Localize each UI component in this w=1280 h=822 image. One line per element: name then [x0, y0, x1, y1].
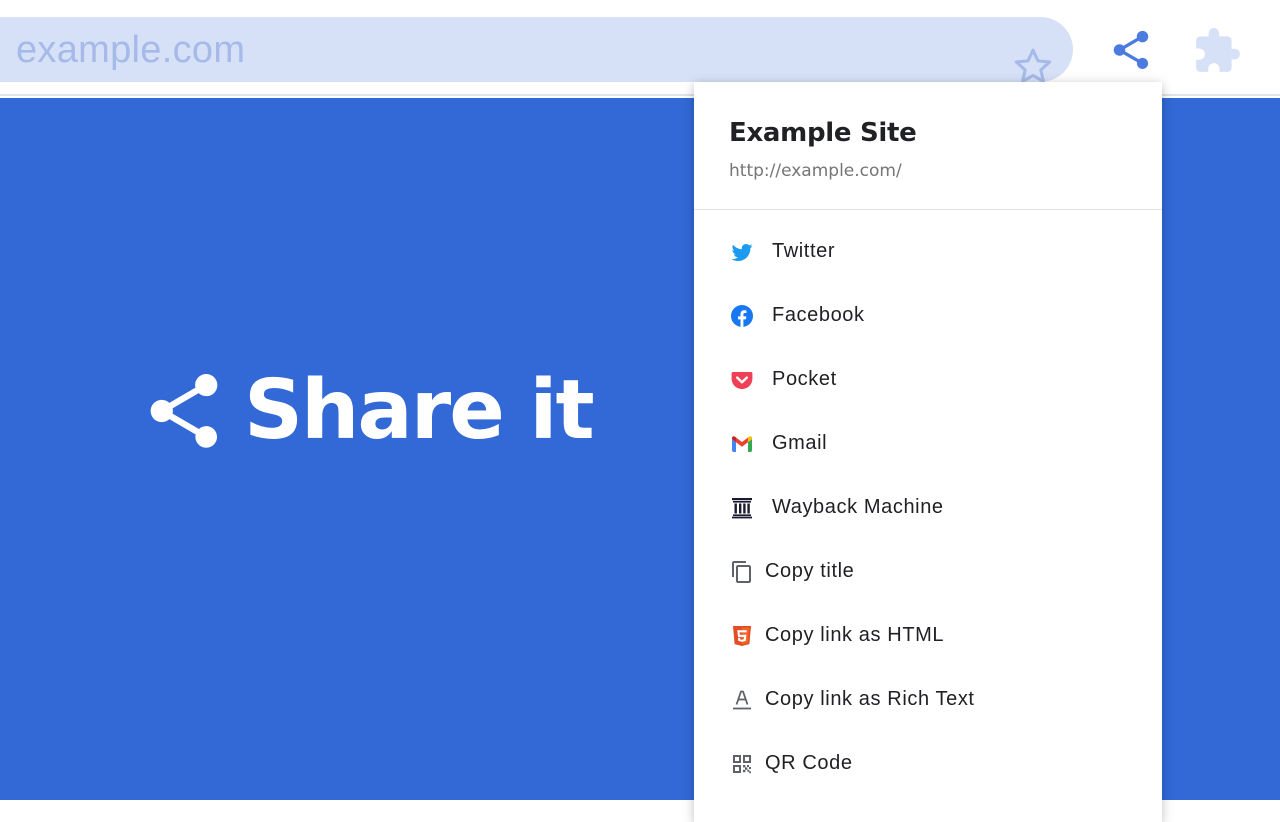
menu-item-copy-title[interactable]: Copy title — [694, 540, 1162, 604]
menu-item-label: Copy title — [765, 560, 855, 582]
share-popup: Example Site http://example.com/ Twitter… — [694, 82, 1162, 822]
facebook-icon — [730, 304, 754, 328]
qr-code-icon — [730, 752, 754, 776]
menu-item-copy-link-html[interactable]: Copy link as HTML — [694, 604, 1162, 668]
wayback-machine-icon — [730, 496, 754, 520]
puzzle-icon[interactable] — [1192, 26, 1242, 76]
menu-item-label: QR Code — [765, 752, 853, 774]
hero-content: Share it — [146, 363, 595, 458]
menu-item-qr-code[interactable]: QR Code — [694, 732, 1162, 796]
pocket-icon — [730, 368, 754, 392]
address-bar[interactable]: example.com — [0, 17, 1073, 83]
popup-header: Example Site http://example.com/ — [694, 82, 1162, 210]
copy-icon — [730, 560, 754, 584]
menu-item-label: Facebook — [772, 304, 865, 326]
site-url: http://example.com/ — [729, 161, 902, 181]
menu-item-twitter[interactable]: Twitter — [694, 220, 1162, 284]
html5-icon — [730, 624, 754, 648]
menu-item-label: Copy link as HTML — [765, 624, 945, 646]
twitter-icon — [730, 240, 754, 264]
menu-item-label: Twitter — [772, 240, 836, 262]
menu-item-label: Pocket — [772, 368, 837, 390]
gmail-icon — [730, 432, 754, 456]
menu-item-pocket[interactable]: Pocket — [694, 348, 1162, 412]
address-bar-text[interactable]: example.com — [16, 29, 245, 72]
share-icon — [150, 373, 218, 448]
text-format-icon — [730, 688, 754, 712]
menu-item-wayback-machine[interactable]: Wayback Machine — [694, 476, 1162, 540]
menu-item-gmail[interactable]: Gmail — [694, 412, 1162, 476]
menu-item-copy-link-rich-text[interactable]: Copy link as Rich Text — [694, 668, 1162, 732]
hero-title: Share it — [244, 363, 595, 458]
share-icon[interactable] — [1108, 26, 1154, 74]
menu-item-label: Gmail — [772, 432, 828, 454]
menu-item-label: Copy link as Rich Text — [765, 688, 975, 710]
site-title: Example Site — [729, 118, 917, 148]
menu-item-facebook[interactable]: Facebook — [694, 284, 1162, 348]
menu-item-label: Wayback Machine — [772, 496, 944, 518]
